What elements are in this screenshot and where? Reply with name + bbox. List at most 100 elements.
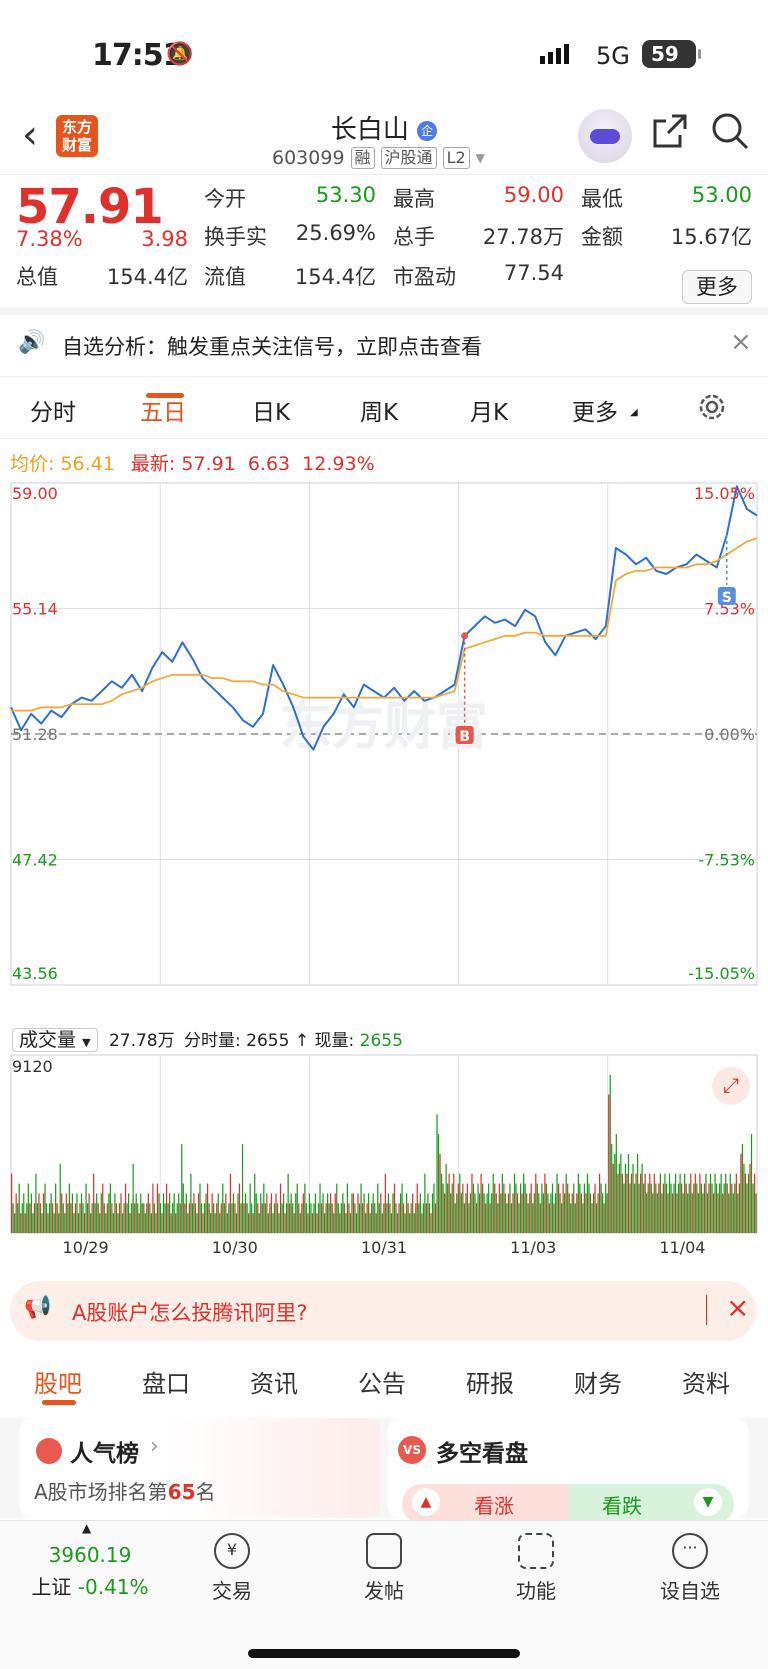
volume-bar [214, 1213, 216, 1233]
volume-bar [252, 1213, 254, 1233]
volume-bar [199, 1183, 201, 1233]
index-widget[interactable]: ▲ 3960.19 上证 -0.41% [20, 1521, 160, 1600]
volume-bar [308, 1193, 311, 1233]
volume-bar [510, 1203, 513, 1233]
volume-bar [39, 1203, 42, 1233]
volume-bar [155, 1213, 157, 1233]
volume-bar [550, 1193, 552, 1233]
share-icon[interactable] [650, 111, 690, 151]
volume-bar [248, 1213, 250, 1233]
signal-notice[interactable]: 🔊 自选分析：触发重点关注信号，立即点击查看 × [0, 315, 768, 377]
volume-bar [548, 1203, 551, 1233]
volume-select[interactable]: 成交量 ▼ [12, 1028, 98, 1052]
volume-bar [676, 1193, 678, 1233]
tab-announcements[interactable]: 公告 [358, 1364, 406, 1399]
settings-gear-icon[interactable] [696, 391, 728, 423]
ad-banner[interactable]: 📢 A股账户怎么投腾讯阿里? × [10, 1281, 756, 1341]
search-icon[interactable] [710, 111, 750, 151]
nav-post[interactable]: 发帖 [334, 1533, 434, 1604]
up-caret-icon: ▲ [82, 1521, 92, 1535]
y-tick-right: 0.00% [704, 725, 755, 744]
volume-bar [722, 1193, 724, 1233]
volume-bar [317, 1203, 320, 1233]
volume-bar [71, 1193, 73, 1233]
volume-bar [681, 1183, 683, 1233]
tab-research[interactable]: 研报 [466, 1364, 514, 1399]
tab-intraday[interactable]: 分时 [30, 393, 76, 427]
volume-bar [42, 1193, 45, 1233]
volume-bar [360, 1183, 362, 1233]
tab-five-day[interactable]: 五日 [140, 393, 186, 427]
volume-bar [345, 1213, 347, 1233]
volume-bar [167, 1203, 169, 1233]
volume-bar [503, 1183, 505, 1233]
volume-bar [671, 1193, 674, 1233]
notice-text[interactable]: 自选分析：触发重点关注信号，立即点击查看 [62, 331, 482, 361]
label-volume: 总手 [393, 225, 435, 249]
volume-bar [693, 1183, 695, 1233]
tab-weekly-k[interactable]: 周K [360, 393, 398, 427]
volume-bar [659, 1173, 661, 1233]
popularity-card[interactable]: 人气榜 › A股市场排名第65名 [20, 1418, 380, 1518]
tab-news[interactable]: 资讯 [250, 1364, 298, 1399]
ad-close-icon[interactable]: × [726, 1291, 749, 1324]
tab-orderbook[interactable]: 盘口 [142, 1364, 190, 1399]
chevron-down-icon[interactable]: ▼ [476, 151, 485, 165]
ad-text[interactable]: A股账户怎么投腾讯阿里? [72, 1297, 308, 1327]
bear-button[interactable]: 看跌 ▼ [568, 1484, 734, 1524]
tick-volume-value: 2655 [246, 1031, 290, 1051]
expand-icon[interactable]: ⤢ [712, 1067, 750, 1105]
bull-bear-card[interactable]: VS 多空看盘 ▲ 看涨 看跌 ▼ [388, 1418, 748, 1524]
y-tick-right: 15.05% [694, 484, 755, 503]
volume-bar [76, 1193, 78, 1233]
change-amount: 3.98 [141, 227, 188, 251]
volume-bar [720, 1173, 722, 1233]
y-tick-left: 47.42 [12, 851, 58, 870]
volume-header: 成交量 ▼ 27.78万 分时量: 2655 ↑ 现量: 2655 [12, 1025, 403, 1052]
popularity-title: 人气榜 [70, 1441, 139, 1467]
battery-icon: 59 [642, 40, 701, 68]
tab-daily-k[interactable]: 日K [252, 393, 290, 427]
volume-bar [506, 1203, 508, 1233]
volume-bar [58, 1213, 60, 1233]
volume-bar [147, 1193, 149, 1233]
bull-button[interactable]: ▲ 看涨 [402, 1484, 568, 1524]
volume-bar [437, 1134, 440, 1233]
y-tick-left: 51.28 [12, 725, 58, 744]
volume-bar [734, 1183, 736, 1233]
volume-bar [302, 1193, 304, 1233]
volume-bar [371, 1203, 373, 1233]
yen-cycle-icon: ¥ [214, 1533, 250, 1569]
label-amount: 金额 [581, 225, 623, 249]
volume-bar [67, 1203, 69, 1233]
volume-bar [45, 1203, 48, 1233]
volume-bar [752, 1183, 754, 1233]
nav-trade[interactable]: ¥ 交易 [182, 1533, 282, 1604]
volume-bar [538, 1193, 540, 1233]
volume-chart[interactable]: 10/29 10/30 10/31 11/03 11/04 [0, 1053, 768, 1269]
volume-bar [24, 1213, 26, 1233]
vs-icon: VS [398, 1436, 426, 1464]
more-button[interactable]: 更多 [682, 270, 752, 304]
tab-profile[interactable]: 资料 [682, 1364, 730, 1399]
tab-more[interactable]: 更多 [572, 393, 618, 427]
tab-finance[interactable]: 财务 [574, 1364, 622, 1399]
close-icon[interactable]: × [730, 327, 752, 357]
volume-bar [649, 1173, 651, 1233]
volume-bar [281, 1203, 283, 1233]
value-high: 59.00 [503, 183, 564, 207]
volume-bar [351, 1193, 353, 1233]
nav-add-watchlist[interactable]: ··· 设自选 [640, 1533, 740, 1604]
volume-bar [144, 1213, 146, 1233]
latest-value: 57.91 [181, 453, 236, 475]
five-day-price-chart[interactable]: 东方财富59.00 15.05%55.14 7.53%51.28 0.00%47.42… [0, 481, 768, 1021]
assistant-robot-icon[interactable] [578, 109, 632, 163]
value-volume: 27.78万 [482, 225, 564, 249]
volume-bar [396, 1213, 399, 1233]
nav-functions[interactable]: 功能 [486, 1533, 586, 1604]
volume-bar [399, 1193, 402, 1233]
volume-bar [102, 1183, 104, 1233]
tab-monthly-k[interactable]: 月K [470, 393, 508, 427]
volume-bar [562, 1183, 564, 1233]
tab-forum[interactable]: 股吧 [34, 1364, 82, 1399]
